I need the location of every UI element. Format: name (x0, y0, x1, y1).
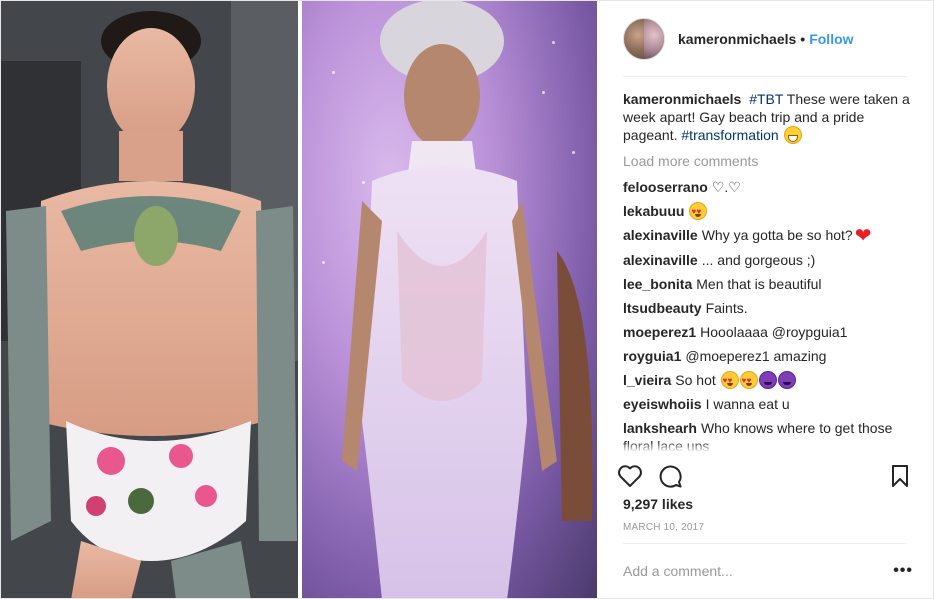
caption-username[interactable]: kameronmichaels (623, 91, 741, 107)
comment-username[interactable]: royguia1 (623, 348, 681, 364)
comment-button[interactable] (655, 461, 685, 491)
drag-queen-figure (342, 1, 593, 598)
grinning-emoji (783, 126, 802, 144)
action-bar (615, 460, 915, 492)
comment-username[interactable]: lee_bonita (623, 276, 692, 292)
hashtag-transformation[interactable]: #transformation (681, 127, 778, 143)
author-username[interactable]: kameronmichaels (678, 31, 796, 47)
sparkle (322, 261, 325, 264)
devil-emoji (758, 371, 777, 389)
photo-pageant (302, 1, 597, 598)
comment-username[interactable]: l_vieira (623, 372, 671, 388)
hashtag-tbt[interactable]: #TBT (749, 91, 783, 107)
post-sidebar: kameronmichaels • Follow kameronmichaels… (597, 1, 933, 598)
comment-row: moeperez1 Hooolaaaa @roypguia1 (623, 323, 915, 341)
comment-username[interactable]: eyeiswhoiis (623, 396, 702, 412)
comment-text: Why ya gotta be so hot? (701, 227, 853, 243)
comment-row: alexinaville... and gorgeous ;) (623, 251, 915, 269)
comment-text: @moeperez1 amazing (685, 348, 827, 364)
comment-username[interactable]: alexinaville (623, 227, 698, 243)
follow-button[interactable]: Follow (809, 31, 853, 47)
photo-beach (1, 1, 298, 598)
load-more-comments[interactable]: Load more comments (623, 152, 915, 170)
comment-text: ♡.♡ (711, 179, 741, 195)
avatar[interactable] (623, 17, 665, 60)
comment-text: So hot (675, 372, 716, 388)
add-comment-input[interactable] (623, 563, 894, 579)
comment-text: Men that is beautiful (696, 276, 822, 292)
comment-username[interactable]: alexinaville (623, 252, 698, 268)
avatar-image (644, 18, 664, 59)
caption: kameronmichaels #TBT These were taken a … (623, 90, 915, 144)
heart-eyes-emoji (689, 202, 708, 221)
comment-text: I wanna eat u (705, 396, 790, 412)
comment-row: lee_bonita Men that is beautiful (623, 275, 915, 293)
comments-fade (623, 442, 915, 452)
comment-row: lekabuuu (623, 202, 915, 221)
post-image[interactable] (1, 1, 597, 598)
sparkle (362, 181, 365, 184)
heart-eyes-emoji (739, 371, 758, 390)
separator-dot: • (800, 30, 806, 47)
red-heart-emoji: ❤ (854, 225, 872, 247)
comment-row: royguia1 @moeperez1 amazing (623, 347, 915, 365)
comment-row: l_vieira So hot (623, 371, 915, 390)
likes-count[interactable]: 9,297 likes (623, 496, 693, 512)
devil-emoji (777, 371, 796, 389)
comment-username[interactable]: lankshearh (623, 420, 697, 436)
heart-eyes-emoji (720, 371, 739, 390)
post-header: kameronmichaels • Follow (597, 1, 933, 76)
post-date[interactable]: MARCH 10, 2017 (623, 522, 704, 533)
add-comment-bar: ••• (623, 544, 913, 598)
bookmark-icon (892, 465, 908, 487)
comment-username[interactable]: lekabuuu (623, 203, 684, 219)
like-button[interactable] (615, 461, 645, 491)
sparkle (552, 41, 555, 44)
comment-row: eyeiswhoiis I wanna eat u (623, 395, 915, 413)
comment-username[interactable]: felooserrano (623, 179, 708, 195)
header-divider (623, 76, 907, 77)
comment-username[interactable]: moeperez1 (623, 324, 696, 340)
comment-row: felooserrano ♡.♡ (623, 178, 915, 196)
comment-username[interactable]: ltsudbeauty (623, 300, 702, 316)
man-figure (1, 1, 298, 598)
sparkle (332, 71, 335, 74)
comment-text: ... and gorgeous ;) (701, 252, 816, 268)
save-button[interactable] (885, 461, 915, 491)
comment-text: Faints. (705, 300, 748, 316)
comment-text: Hooolaaaa @roypguia1 (700, 324, 848, 340)
comment-row: alexinaville Why ya gotta be so hot? ❤ (623, 225, 915, 247)
more-options-button[interactable]: ••• (893, 562, 913, 580)
heart-icon (618, 465, 642, 487)
instagram-post: kameronmichaels • Follow kameronmichaels… (0, 0, 934, 599)
comment-icon (659, 465, 682, 488)
sparkle (542, 91, 545, 94)
sparkle (572, 151, 575, 154)
comment-row: ltsudbeauty Faints. (623, 299, 915, 317)
comments-list: kameronmichaels #TBT These were taken a … (623, 90, 915, 452)
